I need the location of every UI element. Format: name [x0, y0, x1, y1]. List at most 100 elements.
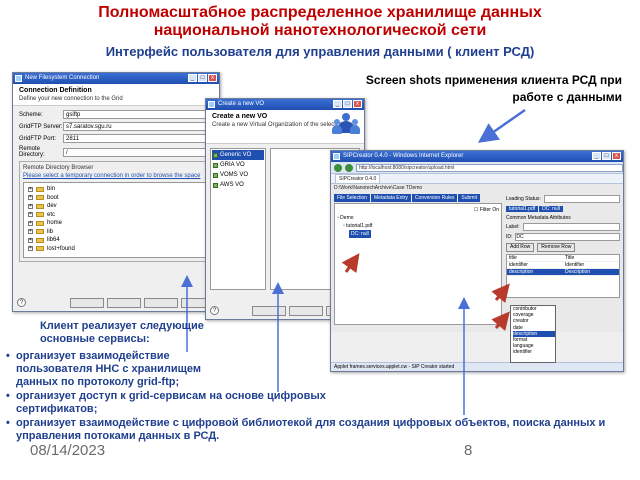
table-row[interactable]: identifier Identifier — [507, 262, 619, 269]
win2-titlebar[interactable]: Create a new VO _ □ x — [206, 99, 364, 110]
vo-icon — [213, 152, 218, 158]
label-field-label: Label: — [506, 224, 520, 230]
slide-title-line1: Полномасштабное распределенное хранилище… — [98, 4, 542, 21]
expand-icon[interactable]: + — [28, 195, 33, 201]
next-button[interactable] — [107, 298, 141, 308]
maximize-button[interactable]: □ — [343, 100, 352, 108]
tree-item[interactable]: + dev — [28, 202, 204, 211]
directory-tree: + bin + boot + dev + etc + home + lib + lib64 +… — [23, 182, 209, 258]
maximize-button[interactable]: □ — [198, 74, 207, 82]
expand-icon[interactable]: + — [28, 186, 33, 192]
expand-icon[interactable]: + — [28, 246, 33, 252]
metadata-element-dropdown[interactable]: contributor coverage creator date descri… — [510, 305, 556, 363]
file-tree: ☐ Filter On ▫ Demo ▫ tutorial1.pdf DC: n… — [334, 203, 502, 325]
caption-arrow — [477, 108, 526, 143]
minimize-button[interactable]: _ — [188, 74, 197, 82]
connection-form: Scheme: gsiftp GridFTP Server: s7.saratov.… — [13, 106, 219, 266]
remote-dir-field[interactable]: / — [63, 147, 213, 157]
tab-file-selection[interactable]: File Selection — [334, 194, 371, 202]
close-button[interactable]: x — [208, 74, 217, 82]
forward-icon[interactable] — [345, 163, 353, 172]
remote-dir-label: Remote Directory: — [19, 146, 45, 158]
path-bar: D:\Work\NanotechArchive\Case TDemo — [334, 185, 423, 191]
tree-item[interactable]: + lib — [28, 228, 204, 237]
tab-submit[interactable]: Submit — [458, 194, 480, 202]
tree-item[interactable]: ▫ tutorial1.pdf — [337, 222, 499, 230]
tree-item[interactable]: DC: null — [337, 230, 499, 238]
label-input[interactable] — [522, 223, 620, 231]
vo-list-item[interactable]: Generic VO — [212, 150, 264, 160]
tab-tutorial-pdf[interactable]: tutorial1.pdf — [506, 206, 539, 212]
folder-icon — [36, 195, 44, 201]
address-bar[interactable]: http://localhost:8080/sipcreator/upload.… — [356, 163, 623, 172]
help-icon[interactable]: ? — [17, 298, 26, 307]
tab-dc-null[interactable]: DC: null — [539, 206, 563, 212]
vo-list-item[interactable]: AWS VO — [212, 180, 264, 190]
tree-item[interactable]: ▫ Demo — [337, 214, 499, 222]
browser-tabs: SIPCreator 0.4.0 — [331, 174, 623, 184]
id-input[interactable]: DC — [515, 233, 620, 241]
port-label: GridFTP Port: — [19, 135, 56, 142]
vo-list-item[interactable]: VOMS VO — [212, 170, 264, 180]
tree-item[interactable]: + boot — [28, 194, 204, 203]
scheme-field[interactable]: gsiftp — [63, 110, 213, 119]
tab-metadata-entry[interactable]: Metadata Entry — [371, 194, 411, 202]
table-row[interactable]: title Title — [507, 255, 619, 262]
add-row-button[interactable]: Add Row — [506, 243, 535, 252]
tree-item[interactable]: + bin — [28, 185, 204, 194]
users-icon — [332, 113, 360, 137]
tree-item[interactable]: + lost+found — [28, 245, 204, 254]
finish-button[interactable] — [144, 298, 178, 308]
tree-item[interactable]: + home — [28, 219, 204, 228]
list-item: организует доступ к grid-сервисам на осн… — [6, 390, 606, 416]
close-button[interactable]: x — [612, 152, 621, 160]
id-field-label: ID: — [506, 234, 513, 240]
remove-row-button[interactable]: Remove Row — [537, 243, 576, 252]
vo-icon — [213, 162, 218, 168]
win3-titlebar[interactable]: SIPCreator 0.4.0 - Windows Internet Expl… — [331, 151, 623, 162]
folder-icon — [36, 246, 44, 252]
app-icon — [208, 101, 215, 108]
expand-icon[interactable]: + — [28, 229, 33, 235]
minimize-button[interactable]: _ — [592, 152, 601, 160]
table-row[interactable]: description Description — [507, 269, 619, 276]
browser-tab[interactable]: SIPCreator 0.4.0 — [335, 174, 381, 184]
folder-icon — [36, 229, 44, 235]
list-item: организует взаимодействие с цифровой биб… — [6, 417, 606, 443]
close-button[interactable]: x — [353, 100, 362, 108]
folder-icon — [36, 186, 44, 192]
dropdown-option[interactable]: identifier — [513, 349, 555, 355]
minimize-button[interactable]: _ — [333, 100, 342, 108]
back-button[interactable] — [252, 306, 286, 316]
expand-icon[interactable]: + — [28, 203, 33, 209]
tab-conversion-rules[interactable]: Conversion Rules — [411, 194, 458, 202]
win1-titlebar[interactable]: New Filesystem Connection _ □ x — [13, 73, 219, 84]
win2-header: Create a new VO Create a new Virtual Org… — [206, 110, 364, 144]
ie-icon — [333, 153, 340, 160]
maximize-button[interactable]: □ — [602, 152, 611, 160]
page-number: 8 — [464, 442, 473, 459]
win1-header: Connection Definition Define your new co… — [13, 84, 219, 106]
sipcreator-app: D:\Work\NanotechArchive\Case TDemo File … — [331, 184, 623, 332]
scheme-label: Scheme: — [19, 111, 43, 118]
browser-link[interactable]: Please select a temporary connection in … — [23, 173, 209, 179]
win3-title: SIPCreator 0.4.0 - Windows Internet Expl… — [343, 153, 464, 159]
browser-title: Remote Directory Browser — [23, 165, 94, 171]
server-field[interactable]: s7.saratov.sgu.ru — [63, 122, 213, 131]
port-field[interactable]: 2811 — [63, 134, 213, 143]
next-button[interactable] — [289, 306, 323, 316]
vo-list-item[interactable]: GRIA VO — [212, 160, 264, 170]
tree-item[interactable]: + lib64 — [28, 236, 204, 245]
expand-icon[interactable]: + — [28, 237, 33, 243]
remote-directory-browser: Remote Directory Browser Please select a… — [19, 161, 213, 262]
back-icon[interactable] — [334, 163, 342, 172]
back-button[interactable] — [70, 298, 104, 308]
filter-toggle[interactable]: ☐ Filter On — [337, 206, 499, 214]
slide-date: 08/14/2023 — [30, 442, 106, 459]
tree-item[interactable]: + etc — [28, 211, 204, 220]
expand-icon[interactable]: + — [28, 220, 33, 226]
folder-icon — [36, 203, 44, 209]
help-icon[interactable]: ? — [210, 306, 219, 315]
expand-icon[interactable]: + — [28, 212, 33, 218]
section-title: Common Metadata Attributes — [506, 215, 571, 221]
